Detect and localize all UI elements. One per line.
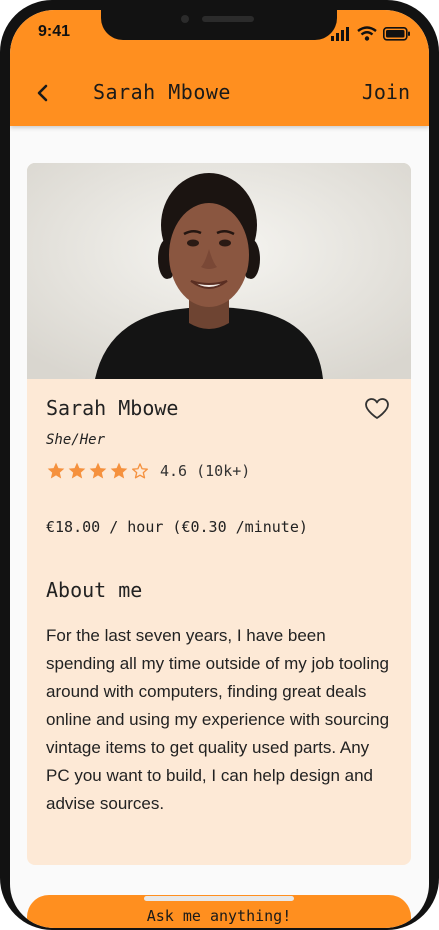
profile-card: Sarah Mbowe She/Her 4.6 (10k+) €18.00 / … [27,163,411,865]
phone-frame: 9:41 Sarah Mbowe Join Sarah Mbowe She/He… [0,0,439,930]
signal-icon [331,27,349,41]
star-outline-icon [132,463,148,479]
rating-stars [46,461,150,483]
price-text: €18.00 / hour (€0.30 /minute) [46,518,308,536]
chevron-left-icon[interactable] [32,80,54,106]
about-heading: About me [46,578,143,602]
star-filled-icon [68,462,86,479]
wifi-icon [357,26,377,41]
heart-outline-icon[interactable] [364,397,390,421]
star-filled-icon [110,462,128,479]
speaker-icon [202,16,254,22]
page-title: Sarah Mbowe [93,80,231,104]
star-filled-icon [89,462,107,479]
profile-pronouns: She/Her [46,432,106,448]
profile-photo [27,163,411,379]
app-screen: 9:41 Sarah Mbowe Join Sarah Mbowe She/He… [10,10,429,928]
device-notch [101,10,337,40]
home-indicator [144,896,294,901]
about-text: For the last seven years, I have been sp… [46,626,390,813]
app-header: 9:41 Sarah Mbowe Join [10,10,429,126]
status-time: 9:41 [38,23,71,40]
profile-name: Sarah Mbowe [46,396,179,420]
join-button[interactable]: Join [362,80,410,104]
status-icons [331,26,410,41]
star-filled-icon [47,462,65,479]
rating-text: 4.6 (10k+) [160,462,251,480]
battery-icon [383,27,410,41]
camera-icon [181,15,189,23]
